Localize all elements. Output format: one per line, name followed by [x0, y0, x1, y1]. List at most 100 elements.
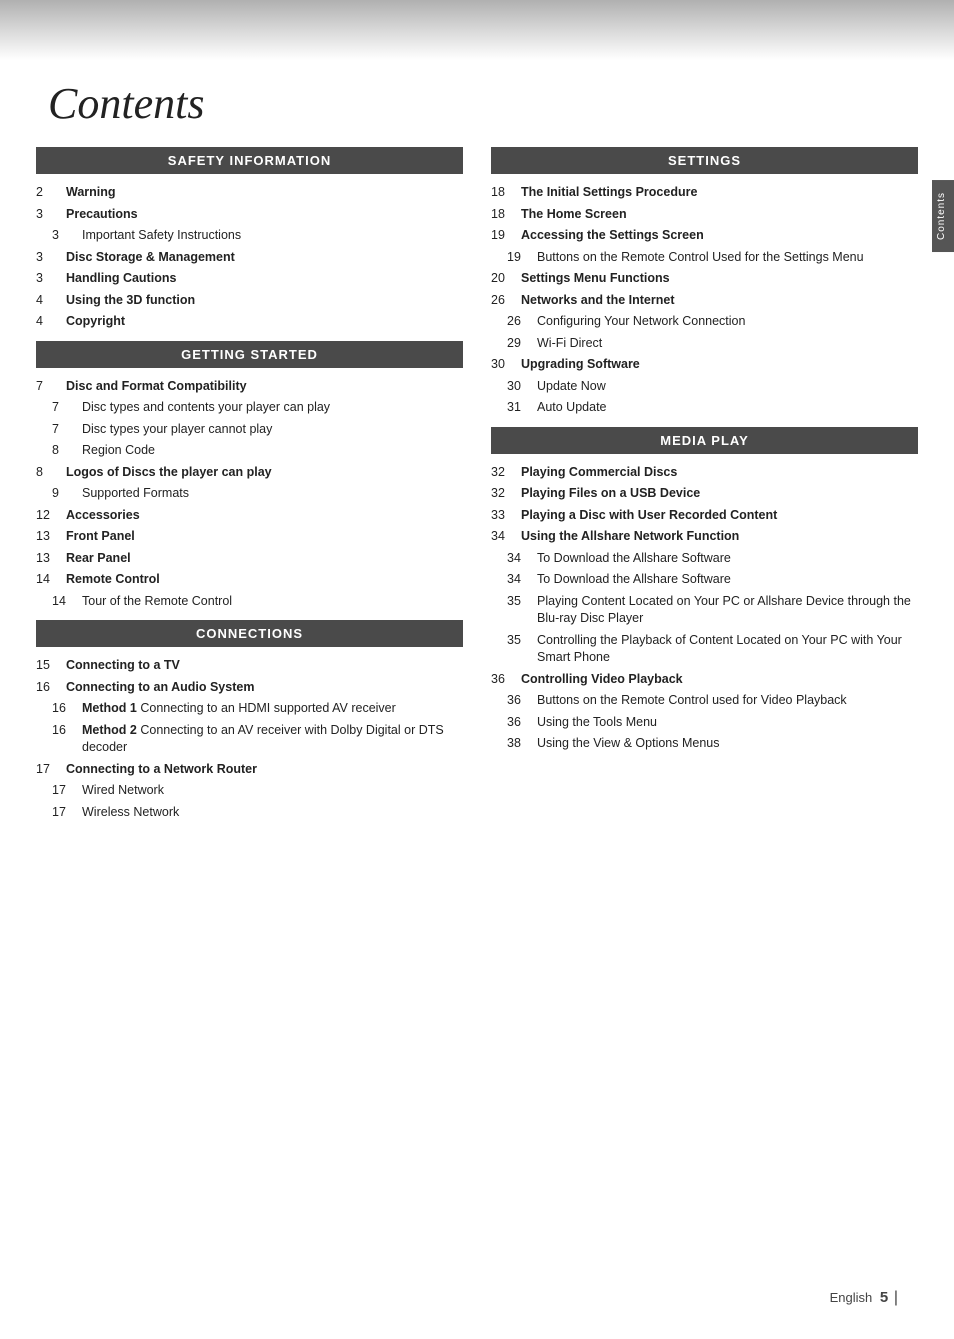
toc-text: Wireless Network: [66, 804, 179, 822]
toc-text: Front Panel: [66, 528, 135, 546]
toc-text: Accessing the Settings Screen: [521, 227, 704, 245]
toc-number: 34: [491, 528, 521, 546]
toc-number: 32: [491, 464, 521, 482]
footer-language: English: [830, 1290, 873, 1305]
toc-entry: 14Remote Control: [36, 569, 463, 591]
footer-bar: |: [894, 1289, 898, 1306]
toc-text: To Download the Allshare Software: [521, 571, 731, 589]
toc-text: Region Code: [66, 442, 155, 460]
toc-number: 35: [491, 632, 521, 650]
toc-entry: 3Precautions: [36, 204, 463, 226]
footer-page: 5: [880, 1289, 888, 1306]
toc-entry: 16Method 2 Connecting to an AV receiver …: [36, 720, 463, 759]
section-settings: SETTINGS18The Initial Settings Procedure…: [491, 147, 918, 419]
section-media_play: MEDIA PLAY32Playing Commercial Discs32Pl…: [491, 427, 918, 755]
toc-number: 36: [491, 671, 521, 689]
toc-number: 3: [36, 227, 66, 245]
toc-text: Settings Menu Functions: [521, 270, 670, 288]
section-header: GETTING STARTED: [36, 341, 463, 368]
toc-number: 29: [491, 335, 521, 353]
toc-entry: 17Connecting to a Network Router: [36, 759, 463, 781]
toc-number: 3: [36, 206, 66, 224]
toc-entry: 12Accessories: [36, 505, 463, 527]
toc-number: 34: [491, 550, 521, 568]
toc-entry: 35Playing Content Located on Your PC or …: [491, 591, 918, 630]
toc-text: Accessories: [66, 507, 140, 525]
main-content: SAFETY INFORMATION2Warning3Precautions3I…: [0, 139, 954, 863]
toc-number: 8: [36, 442, 66, 460]
toc-number: 36: [491, 714, 521, 732]
toc-number: 3: [36, 249, 66, 267]
toc-entry: 3Disc Storage & Management: [36, 247, 463, 269]
section-getting_started: GETTING STARTED 7 Disc and Format Compatib…: [36, 341, 463, 613]
toc-text: Networks and the Internet: [521, 292, 675, 310]
toc-entry: 4Copyright: [36, 311, 463, 333]
page-footer: English 5 |: [830, 1289, 898, 1307]
toc-text: Buttons on the Remote Control used for V…: [521, 692, 847, 710]
toc-text: Configuring Your Network Connection: [521, 313, 745, 331]
toc-entry: 18The Home Screen: [491, 204, 918, 226]
toc-number: 4: [36, 313, 66, 331]
section-connections: CONNECTIONS15Connecting to a TV16Connect…: [36, 620, 463, 823]
toc-text: Logos of Discs the player can play: [66, 464, 272, 482]
page-title: Contents: [0, 60, 954, 139]
toc-number: 16: [36, 679, 66, 697]
toc-entry: 26Configuring Your Network Connection: [491, 311, 918, 333]
toc-number: 35: [491, 593, 521, 611]
toc-number: 13: [36, 550, 66, 568]
toc-entry: 38Using the View & Options Menus: [491, 733, 918, 755]
toc-number: 3: [36, 270, 66, 288]
toc-text: Disc and Format Compatibility: [66, 378, 247, 396]
toc-text: Upgrading Software: [521, 356, 640, 374]
toc-entry: 31Auto Update: [491, 397, 918, 419]
toc-text: Controlling the Playback of Content Loca…: [521, 632, 918, 667]
toc-text: The Initial Settings Procedure: [521, 184, 697, 202]
toc-entry: 8Logos of Discs the player can play: [36, 462, 463, 484]
toc-text: Wired Network: [66, 782, 164, 800]
toc-text: Using the Allshare Network Function: [521, 528, 739, 546]
toc-entry: 33Playing a Disc with User Recorded Cont…: [491, 505, 918, 527]
toc-text: Precautions: [66, 206, 138, 224]
toc-number: 38: [491, 735, 521, 753]
toc-number: 15: [36, 657, 66, 675]
right-column: SETTINGS18The Initial Settings Procedure…: [491, 139, 918, 823]
toc-text: Buttons on the Remote Control Used for t…: [521, 249, 864, 267]
toc-text: Playing Files on a USB Device: [521, 485, 700, 503]
toc-number: 30: [491, 378, 521, 396]
toc-text: Method 2 Connecting to an AV receiver wi…: [66, 722, 463, 757]
toc-number: 36: [491, 692, 521, 710]
toc-entry: 17Wired Network: [36, 780, 463, 802]
toc-text: Method 1 Connecting to an HDMI supported…: [66, 700, 396, 718]
toc-number: 9: [36, 485, 66, 503]
toc-text: Disc types your player cannot play: [66, 421, 272, 439]
toc-entry: 34To Download the Allshare Software: [491, 569, 918, 591]
toc-entry: 16Method 1 Connecting to an HDMI support…: [36, 698, 463, 720]
toc-text: Remote Control: [66, 571, 160, 589]
toc-text: Using the View & Options Menus: [521, 735, 720, 753]
toc-entry: 13Front Panel: [36, 526, 463, 548]
toc-entry: 18The Initial Settings Procedure: [491, 182, 918, 204]
toc-number: 13: [36, 528, 66, 546]
toc-entry: 16Connecting to an Audio System: [36, 677, 463, 699]
top-bar: [0, 0, 954, 60]
toc-number: 18: [491, 206, 521, 224]
toc-number: 8: [36, 464, 66, 482]
toc-entry: 8Region Code: [36, 440, 463, 462]
toc-text: Wi-Fi Direct: [521, 335, 602, 353]
toc-entry: 32Playing Files on a USB Device: [491, 483, 918, 505]
toc-entry: 19Buttons on the Remote Control Used for…: [491, 247, 918, 269]
toc-number: 14: [36, 571, 66, 589]
toc-number: 32: [491, 485, 521, 503]
side-tab: Contents: [932, 180, 954, 252]
toc-entry: 36Buttons on the Remote Control used for…: [491, 690, 918, 712]
toc-number: 7: [36, 421, 66, 439]
toc-entry: 2Warning: [36, 182, 463, 204]
toc-number: 31: [491, 399, 521, 417]
toc-text: Copyright: [66, 313, 125, 331]
toc-number: 18: [491, 184, 521, 202]
toc-number: 30: [491, 356, 521, 374]
toc-text: Rear Panel: [66, 550, 131, 568]
toc-text: Controlling Video Playback: [521, 671, 683, 689]
toc-number: 33: [491, 507, 521, 525]
toc-entry: 29Wi-Fi Direct: [491, 333, 918, 355]
